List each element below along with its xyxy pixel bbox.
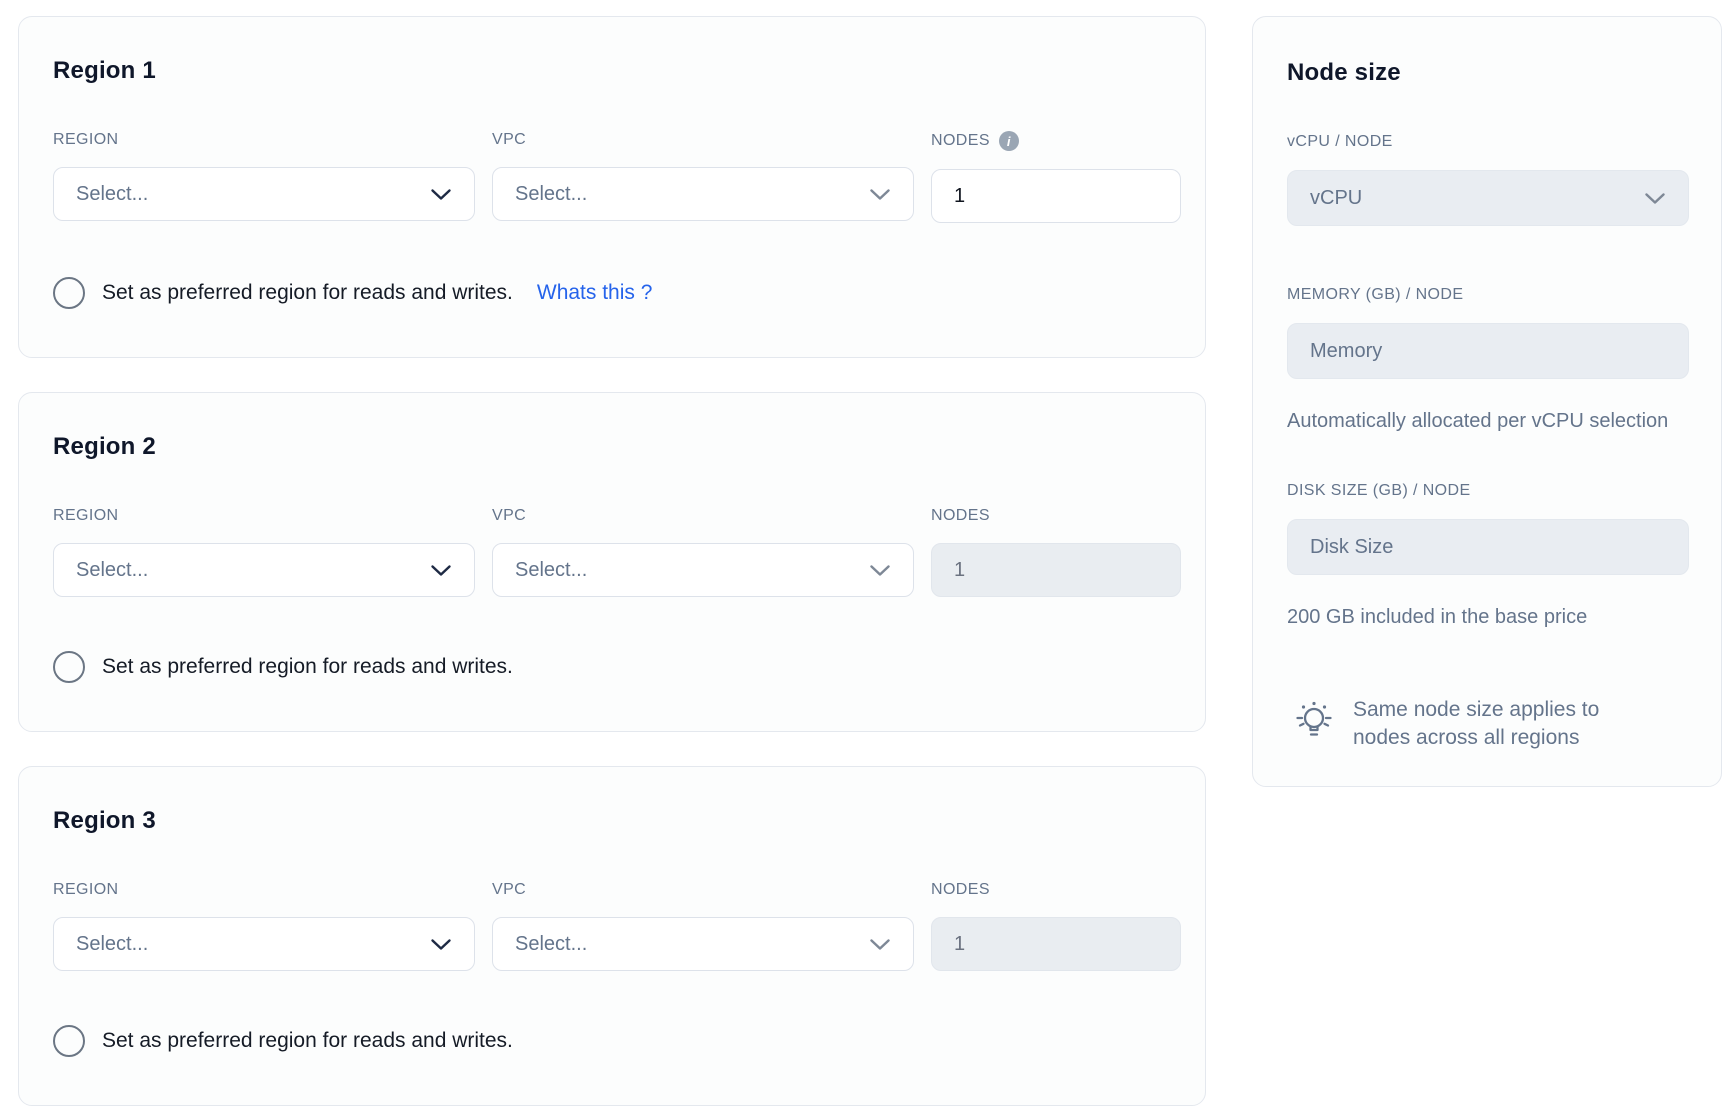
memory-group: MEMORY (GB) / NODE Automatically allocat… [1287,286,1689,436]
vcpu-label: vCPU / NODE [1287,133,1689,151]
region-1-vpc-select[interactable]: Select... [492,167,914,221]
chevron-down-icon [1644,192,1666,205]
region-2-preferred-row: Set as preferred region for reads and wr… [53,651,1181,683]
chevron-down-icon [869,938,891,951]
region-2-card: Region 2 REGION Select... VPC Select... [18,392,1206,732]
cluster-config-page: Region 1 REGION Select... VPC Select... [0,0,1736,1106]
region-2-vpc-select[interactable]: Select... [492,543,914,597]
disk-label: DISK SIZE (GB) / NODE [1287,482,1689,500]
region-1-nodes-label: NODES i [931,131,1181,151]
region-1-fields: REGION Select... VPC Select... NODES [53,131,1181,223]
region-3-region-select[interactable]: Select... [53,917,475,971]
disk-size-input[interactable] [1287,519,1689,575]
region-3-nodes-label: NODES [931,881,1181,899]
vcpu-group: vCPU / NODE vCPU [1287,133,1689,226]
region-1-region-select[interactable]: Select... [53,167,475,221]
region-2-vpc-select-value: Select... [515,559,587,582]
region-2-vpc-field: VPC Select... [492,507,914,597]
region-1-preferred-row: Set as preferred region for reads and wr… [53,277,1181,309]
region-1-preferred-label: Set as preferred region for reads and wr… [102,281,513,305]
region-2-vpc-label: VPC [492,507,914,525]
region-3-preferred-radio[interactable] [53,1025,85,1057]
region-1-vpc-label: VPC [492,131,914,149]
region-1-card: Region 1 REGION Select... VPC Select... [18,16,1206,358]
lightbulb-icon [1291,698,1337,744]
vcpu-select[interactable]: vCPU [1287,170,1689,226]
region-3-card: Region 3 REGION Select... VPC Select... [18,766,1206,1106]
region-2-preferred-label: Set as preferred region for reads and wr… [102,655,513,679]
chevron-down-icon [430,938,452,951]
disk-help-text: 200 GB included in the base price [1287,603,1689,632]
region-2-region-label: REGION [53,507,475,525]
vcpu-select-value: vCPU [1310,187,1362,210]
region-2-region-select-value: Select... [76,559,148,582]
region-1-region-field: REGION Select... [53,131,475,223]
region-1-nodes-field: NODES i [931,131,1181,223]
info-icon[interactable]: i [999,131,1019,151]
region-2-title: Region 2 [53,433,1181,461]
region-3-region-label: REGION [53,881,475,899]
node-size-tip-text: Same node size applies to nodes across a… [1353,696,1633,752]
region-1-nodes-label-text: NODES [931,132,990,150]
region-1-region-label: REGION [53,131,475,149]
region-3-region-select-value: Select... [76,933,148,956]
region-1-vpc-field: VPC Select... [492,131,914,223]
node-size-title: Node size [1287,59,1689,87]
disk-group: DISK SIZE (GB) / NODE 200 GB included in… [1287,482,1689,632]
region-2-region-field: REGION Select... [53,507,475,597]
region-1-region-select-value: Select... [76,183,148,206]
region-2-nodes-label: NODES [931,507,1181,525]
region-3-title: Region 3 [53,807,1181,835]
region-3-nodes-input [931,917,1181,971]
region-3-vpc-select-value: Select... [515,933,587,956]
region-2-fields: REGION Select... VPC Select... NODES [53,507,1181,597]
region-3-fields: REGION Select... VPC Select... NODES [53,881,1181,971]
region-3-region-field: REGION Select... [53,881,475,971]
whats-this-link[interactable]: Whats this ? [537,281,653,305]
region-3-vpc-field: VPC Select... [492,881,914,971]
node-size-panel: Node size vCPU / NODE vCPU MEMORY (GB) /… [1252,16,1722,787]
region-1-vpc-select-value: Select... [515,183,587,206]
memory-input [1287,323,1689,379]
region-1-nodes-input[interactable] [931,169,1181,223]
memory-label: MEMORY (GB) / NODE [1287,286,1689,304]
region-3-preferred-row: Set as preferred region for reads and wr… [53,1025,1181,1057]
chevron-down-icon [869,564,891,577]
chevron-down-icon [430,188,452,201]
region-1-title: Region 1 [53,57,1181,85]
memory-help-text: Automatically allocated per vCPU selecti… [1287,407,1689,436]
region-3-vpc-label: VPC [492,881,914,899]
region-3-vpc-select[interactable]: Select... [492,917,914,971]
region-1-preferred-radio[interactable] [53,277,85,309]
regions-column: Region 1 REGION Select... VPC Select... [18,16,1206,1106]
region-2-region-select[interactable]: Select... [53,543,475,597]
region-3-preferred-label: Set as preferred region for reads and wr… [102,1029,513,1053]
chevron-down-icon [430,564,452,577]
region-2-nodes-input [931,543,1181,597]
node-size-tip: Same node size applies to nodes across a… [1287,696,1689,752]
region-2-preferred-radio[interactable] [53,651,85,683]
chevron-down-icon [869,188,891,201]
region-2-nodes-field: NODES [931,507,1181,597]
region-3-nodes-field: NODES [931,881,1181,971]
